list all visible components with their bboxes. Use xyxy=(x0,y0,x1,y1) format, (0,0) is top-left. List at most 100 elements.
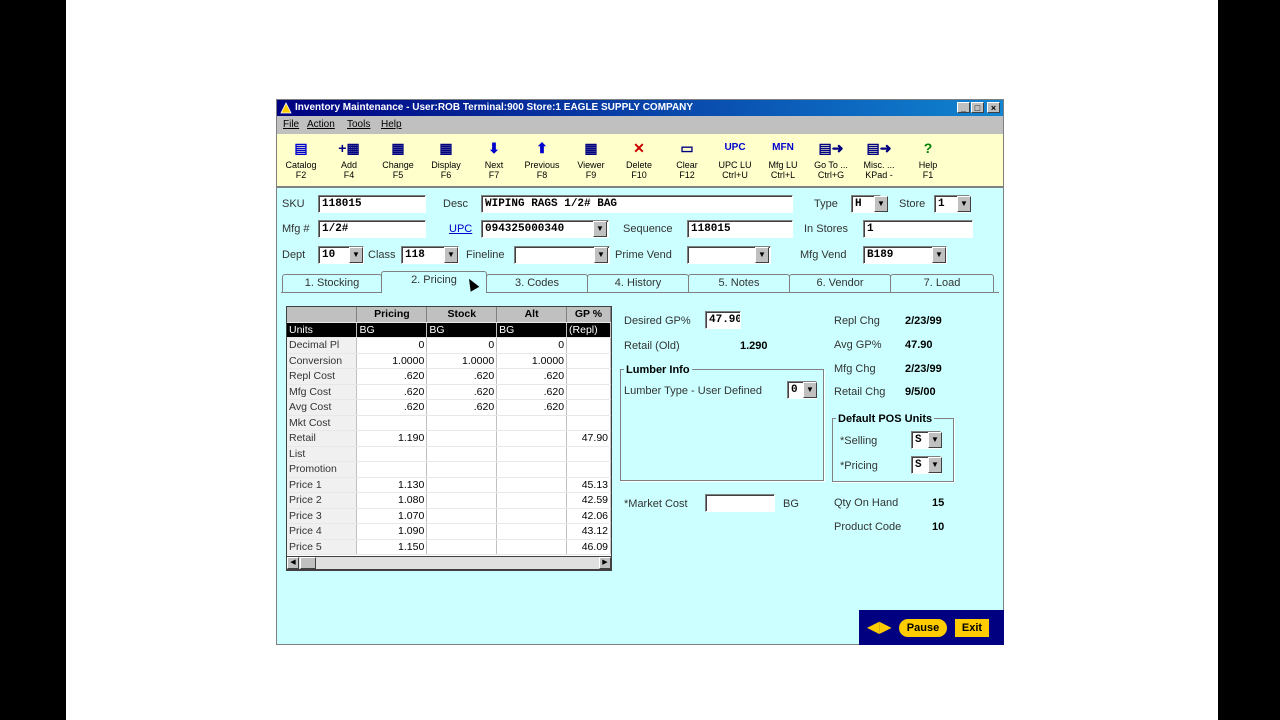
table-cell[interactable] xyxy=(566,461,611,478)
selling-dropdown-icon[interactable]: ▼ xyxy=(928,432,942,448)
in-stores-field[interactable]: 1 xyxy=(863,220,973,238)
toolbar-button-viewer[interactable]: ▦ Viewer F9 xyxy=(567,134,615,186)
toolbar-button-change[interactable]: ▦ Change F5 xyxy=(374,134,422,186)
toolbar-button-misc[interactable]: ▤➜ Misc. ... KPad - xyxy=(855,134,903,186)
table-cell[interactable]: 45.13 xyxy=(566,477,611,493)
table-cell[interactable] xyxy=(566,337,611,354)
tab-notes[interactable]: 5. Notes xyxy=(688,274,790,292)
table-cell[interactable]: 0 xyxy=(356,337,428,354)
table-cell[interactable] xyxy=(426,492,498,509)
table-cell[interactable]: 42.06 xyxy=(566,508,611,524)
table-cell[interactable]: 1.130 xyxy=(356,477,428,493)
table-cell[interactable] xyxy=(426,539,498,555)
sku-field[interactable]: 118015 xyxy=(318,195,426,213)
scroll-right-icon[interactable]: ▶ xyxy=(599,557,611,569)
scroll-left-icon[interactable]: ◀ xyxy=(287,557,299,569)
table-cell[interactable] xyxy=(426,430,498,447)
table-cell[interactable] xyxy=(566,415,611,431)
exit-button[interactable]: Exit xyxy=(955,619,989,637)
table-cell[interactable] xyxy=(356,446,428,462)
desc-field[interactable]: WIPING RAGS 1/2# BAG xyxy=(481,195,793,213)
sequence-field[interactable]: 118015 xyxy=(687,220,793,238)
table-cell[interactable] xyxy=(356,461,428,478)
table-cell[interactable]: 46.09 xyxy=(566,539,611,555)
scroll-thumb[interactable] xyxy=(300,557,316,569)
title-bar[interactable]: Inventory Maintenance - User:ROB Termina… xyxy=(277,100,1003,116)
toolbar-button-next[interactable]: ⬇ Next F7 xyxy=(470,134,518,186)
tab-load[interactable]: 7. Load xyxy=(890,274,994,292)
table-cell[interactable] xyxy=(566,353,611,369)
toolbar-button-go-to[interactable]: ▤➜ Go To ... Ctrl+G xyxy=(807,134,855,186)
menu-action[interactable]: Action xyxy=(307,116,335,134)
toolbar-button-clear[interactable]: ▭ Clear F12 xyxy=(663,134,711,186)
pos-pricing-dropdown-icon[interactable]: ▼ xyxy=(928,457,942,473)
table-cell[interactable]: 1.080 xyxy=(356,492,428,509)
table-cell[interactable] xyxy=(426,415,498,431)
table-cell[interactable]: 1.0000 xyxy=(426,353,498,369)
class-dropdown-icon[interactable]: ▼ xyxy=(444,247,458,263)
minimize-button[interactable]: _ xyxy=(957,102,970,113)
table-cell[interactable]: .620 xyxy=(356,384,428,400)
table-cell[interactable] xyxy=(496,430,568,447)
table-cell[interactable] xyxy=(426,523,498,540)
table-cell[interactable] xyxy=(496,415,568,431)
table-cell[interactable] xyxy=(496,477,568,493)
tab-codes[interactable]: 3. Codes xyxy=(486,274,588,292)
upc-dropdown-icon[interactable]: ▼ xyxy=(593,221,607,237)
table-cell[interactable]: 1.0000 xyxy=(496,353,568,369)
type-dropdown-icon[interactable]: ▼ xyxy=(874,196,888,212)
table-cell[interactable]: 0 xyxy=(426,337,498,354)
table-cell[interactable] xyxy=(356,415,428,431)
upc-link[interactable]: UPC xyxy=(449,220,472,238)
table-cell[interactable] xyxy=(566,399,611,416)
table-cell[interactable] xyxy=(566,384,611,400)
pricing-grid[interactable]: Pricing Stock Alt GP % Units BG BG BG (Repl) Deci… xyxy=(286,306,612,571)
table-cell[interactable] xyxy=(496,539,568,555)
mfg-vend-dropdown-icon[interactable]: ▼ xyxy=(932,247,946,263)
menu-file[interactable]: File xyxy=(283,116,299,134)
fineline-dropdown-icon[interactable]: ▼ xyxy=(594,247,608,263)
table-cell[interactable] xyxy=(426,446,498,462)
table-cell[interactable] xyxy=(496,446,568,462)
table-cell[interactable] xyxy=(496,492,568,509)
table-cell[interactable]: .620 xyxy=(496,384,568,400)
table-cell[interactable]: .620 xyxy=(496,368,568,385)
lumber-type-dropdown-icon[interactable]: ▼ xyxy=(803,382,817,398)
table-cell[interactable]: .620 xyxy=(356,368,428,385)
table-cell[interactable]: 1.190 xyxy=(356,430,428,447)
grid-horizontal-scrollbar[interactable]: ◀ ▶ xyxy=(286,556,612,570)
table-cell[interactable] xyxy=(426,477,498,493)
toolbar-button-display[interactable]: ▦ Display F6 xyxy=(422,134,470,186)
table-cell[interactable] xyxy=(496,523,568,540)
upc-field[interactable]: 094325000340 xyxy=(481,220,609,238)
dept-dropdown-icon[interactable]: ▼ xyxy=(349,247,363,263)
table-cell[interactable] xyxy=(496,461,568,478)
table-cell[interactable]: 47.90 xyxy=(566,430,611,447)
table-cell[interactable]: 1.090 xyxy=(356,523,428,540)
close-button[interactable]: × xyxy=(987,102,1000,113)
tab-vendor[interactable]: 6. Vendor xyxy=(789,274,891,292)
table-cell[interactable]: .620 xyxy=(426,368,498,385)
table-cell[interactable] xyxy=(426,461,498,478)
table-cell[interactable]: 1.150 xyxy=(356,539,428,555)
nav-arrows-icon[interactable]: ◀▶ xyxy=(867,618,895,638)
prime-vend-dropdown-icon[interactable]: ▼ xyxy=(755,247,769,263)
tab-history[interactable]: 4. History xyxy=(587,274,689,292)
desired-gp-field[interactable]: 47.90 xyxy=(705,311,741,329)
mfg-field[interactable]: 1/2# xyxy=(318,220,426,238)
table-cell[interactable]: 1.070 xyxy=(356,508,428,524)
tab-stocking[interactable]: 1. Stocking xyxy=(282,274,382,292)
table-cell[interactable]: 0 xyxy=(496,337,568,354)
table-cell[interactable] xyxy=(496,508,568,524)
store-dropdown-icon[interactable]: ▼ xyxy=(957,196,971,212)
table-cell[interactable]: 42.59 xyxy=(566,492,611,509)
table-cell[interactable] xyxy=(426,508,498,524)
table-cell[interactable] xyxy=(566,368,611,385)
menu-help[interactable]: Help xyxy=(381,116,402,134)
toolbar-button-catalog[interactable]: ▤ Catalog F2 xyxy=(277,134,325,186)
toolbar-button-help[interactable]: ? Help F1 xyxy=(904,134,952,186)
table-cell[interactable] xyxy=(566,446,611,462)
market-cost-field[interactable] xyxy=(705,494,775,512)
toolbar-button-previous[interactable]: ⬆ Previous F8 xyxy=(518,134,566,186)
toolbar-button-delete[interactable]: ✕ Delete F10 xyxy=(615,134,663,186)
